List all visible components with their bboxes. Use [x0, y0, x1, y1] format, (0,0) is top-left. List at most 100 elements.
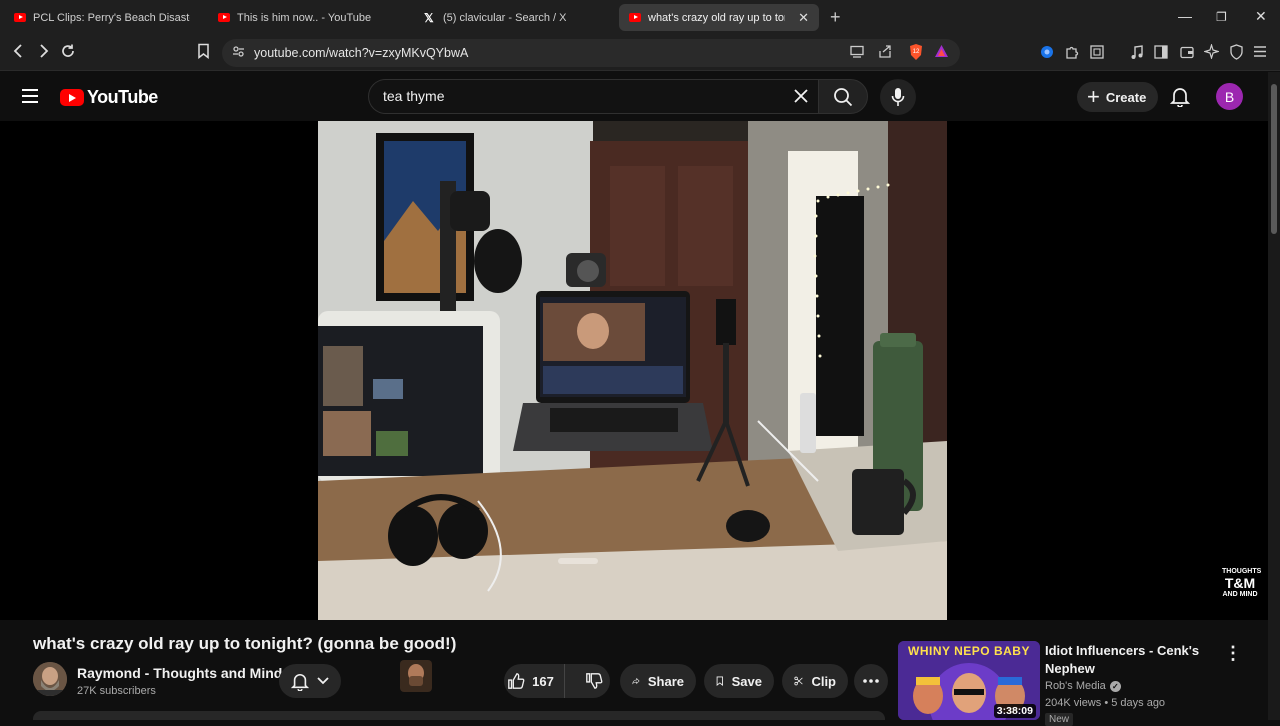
like-button[interactable]: 167 [499, 664, 565, 698]
watermark-bottom: AND MIND [1222, 591, 1258, 598]
member-avatar[interactable] [400, 660, 432, 692]
clear-search-icon[interactable] [790, 85, 812, 113]
x-icon: 𝕏 [424, 10, 434, 25]
address-bar[interactable]: youtube.com/watch?v=zxyMKvQYbwA 12 [222, 39, 960, 67]
recommended-video-meta: 204K views • 5 days ago [1045, 697, 1166, 709]
extensions-puzzle-icon[interactable] [1065, 45, 1080, 65]
video-title: what's crazy old ray up to tonight? (gon… [33, 634, 457, 653]
tab-title: This is him now.. - YouTube [237, 11, 372, 24]
recommended-video-thumbnail[interactable]: WHINY NEPO BABY 3:38:09 [898, 641, 1040, 720]
thumbs-down-icon [585, 673, 603, 689]
youtube-icon [629, 13, 641, 22]
thumbs-up-icon [508, 673, 525, 689]
brave-shields-icon[interactable]: 12 [908, 43, 924, 64]
verified-icon: ✓ [1109, 680, 1121, 692]
minimize-icon[interactable]: — [1178, 8, 1192, 24]
reload-icon[interactable] [60, 43, 76, 64]
site-settings-icon[interactable] [232, 45, 245, 61]
clip-button[interactable]: Clip [782, 664, 848, 698]
video-player[interactable]: THOUGHTS T&M AND MIND [0, 121, 1268, 620]
like-count: 167 [532, 673, 554, 689]
thumbnail-text: WHINY NEPO BABY [908, 644, 1030, 658]
brave-badge: 12 [913, 49, 920, 55]
save-label: Save [731, 673, 762, 689]
subscribed-notifications-button[interactable] [279, 664, 341, 698]
recommended-channel[interactable]: Rob's Media ✓ [1045, 680, 1121, 692]
youtube-logo-icon [60, 89, 84, 106]
description-box[interactable] [33, 711, 885, 720]
browser-toolbar: youtube.com/watch?v=zxyMKvQYbwA 12 [0, 35, 1280, 71]
recommended-age: 5 days ago [1111, 697, 1166, 709]
vpn-icon[interactable] [1229, 44, 1244, 65]
close-tab-icon[interactable]: ✕ [798, 10, 809, 26]
scissors-icon [794, 676, 803, 686]
media-music-icon[interactable] [1130, 45, 1144, 65]
bookmark-save-icon [716, 676, 723, 686]
share-icon [632, 677, 640, 685]
more-horizontal-icon [863, 679, 879, 683]
recommended-views: 204K views [1045, 697, 1102, 709]
close-window-icon[interactable]: ✕ [1255, 8, 1267, 25]
youtube-header: YouTube + Create B [0, 72, 1280, 121]
recommended-video-title[interactable]: Idiot Influencers - Cenk's Nephew [1045, 642, 1210, 678]
browser-tab-pcl-clips[interactable]: PCL Clips: Perry's Beach Disaster - Yo [4, 4, 200, 31]
page-scrollbar[interactable] [1268, 72, 1280, 720]
share-label: Share [647, 673, 684, 689]
save-button[interactable]: Save [704, 664, 774, 698]
bookmark-icon[interactable] [197, 43, 210, 64]
brave-rewards-icon[interactable] [934, 44, 949, 61]
watermark-logo: T&M [1224, 575, 1256, 591]
plus-icon: + [1087, 84, 1100, 109]
search-input[interactable] [383, 88, 783, 104]
search-box [368, 79, 820, 114]
back-icon[interactable] [12, 43, 26, 64]
subscriber-count: 27K subscribers [77, 685, 156, 697]
menu-icon[interactable] [22, 89, 38, 103]
youtube-icon [218, 13, 230, 22]
tab-title: what's crazy old ray up to tonigh [648, 11, 785, 24]
browser-tab-bar: PCL Clips: Perry's Beach Disaster - Yo T… [0, 0, 1280, 35]
dislike-button[interactable] [573, 664, 615, 698]
wallet-icon[interactable] [1180, 45, 1194, 64]
channel-avatar[interactable] [33, 662, 67, 696]
leo-ai-icon[interactable] [1202, 42, 1221, 64]
reader-mode-icon[interactable] [1090, 45, 1104, 64]
extension-blue-icon[interactable] [1040, 45, 1054, 64]
bell-icon [291, 673, 309, 691]
new-tab-icon[interactable]: + [830, 7, 841, 28]
youtube-logo-text: YouTube [87, 87, 158, 107]
youtube-logo[interactable]: YouTube [60, 87, 158, 108]
account-avatar[interactable]: B [1216, 83, 1243, 110]
create-label: Create [1105, 89, 1147, 105]
recommended-channel-name: Rob's Media [1045, 680, 1106, 692]
cast-icon[interactable] [850, 45, 864, 61]
clip-label: Clip [811, 673, 836, 689]
forward-icon[interactable] [36, 43, 50, 64]
video-duration: 3:38:09 [993, 704, 1036, 718]
browser-menu-icon[interactable] [1253, 45, 1267, 63]
more-vertical-icon[interactable]: ⋮ [1224, 643, 1242, 664]
browser-tab-x-search[interactable]: 𝕏 (5) clavicular - Search / X [414, 4, 610, 31]
search-button[interactable] [818, 79, 868, 114]
search-icon [834, 87, 853, 106]
scrollbar-thumb[interactable] [1271, 84, 1277, 234]
channel-watermark[interactable]: THOUGHTS T&M AND MIND [1222, 568, 1261, 599]
like-dislike-group: 167 [504, 664, 610, 698]
notifications-icon[interactable] [1169, 86, 1191, 112]
video-still-desk-setup [318, 121, 947, 620]
restore-icon[interactable]: ❐ [1216, 10, 1227, 24]
youtube-icon [14, 13, 26, 22]
url-text: youtube.com/watch?v=zxyMKvQYbwA [254, 46, 469, 60]
voice-search-button[interactable] [880, 79, 916, 115]
create-button[interactable]: + Create [1077, 82, 1159, 112]
share-page-icon[interactable] [878, 45, 892, 61]
more-actions-button[interactable] [854, 664, 888, 698]
sidebar-icon[interactable] [1154, 45, 1168, 64]
channel-name[interactable]: Raymond - Thoughts and Mind [77, 665, 282, 681]
browser-tab-active-video[interactable]: what's crazy old ray up to tonigh ✕ [619, 4, 819, 31]
microphone-icon [891, 88, 905, 106]
share-button[interactable]: Share [620, 664, 696, 698]
browser-tab-this-is-him-now[interactable]: This is him now.. - YouTube [208, 4, 404, 31]
video-frame [318, 121, 947, 620]
tab-title: (5) clavicular - Search / X [443, 11, 567, 24]
